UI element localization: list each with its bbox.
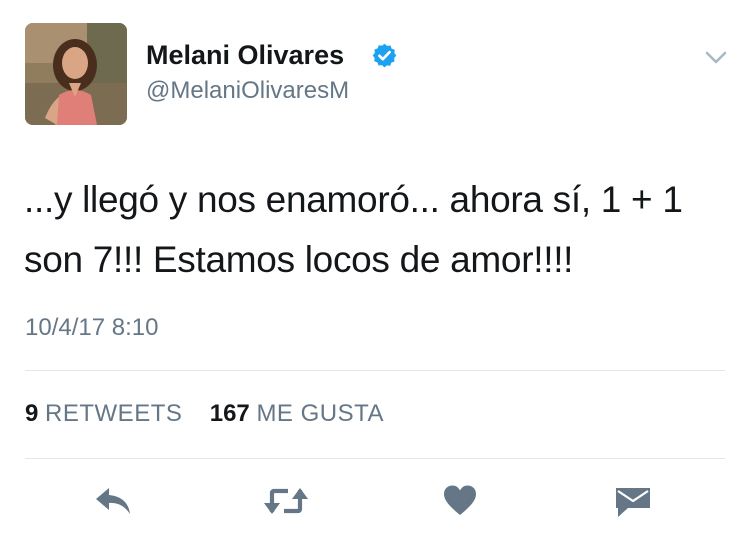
- divider-top: [25, 370, 725, 371]
- tweet-stats: 9 RETWEETS 167 ME GUSTA: [25, 399, 384, 429]
- likes-label[interactable]: ME GUSTA: [256, 400, 384, 427]
- user-handle[interactable]: @MelaniOlivaresM: [146, 76, 349, 106]
- display-name[interactable]: Melani Olivares: [146, 38, 344, 72]
- reply-icon[interactable]: [93, 484, 133, 518]
- divider-bottom: [25, 458, 725, 459]
- profile-photo: [25, 23, 127, 125]
- likes-count[interactable]: 167: [210, 400, 250, 427]
- retweets-count[interactable]: 9: [25, 400, 38, 427]
- heart-icon[interactable]: [443, 484, 477, 518]
- chevron-down-icon[interactable]: [702, 46, 730, 68]
- tweet-text: ...y llegó y nos enamoró... ahora sí, 1 …: [24, 179, 683, 280]
- envelope-icon[interactable]: [614, 484, 652, 520]
- retweets-label[interactable]: RETWEETS: [45, 400, 182, 427]
- verified-badge-icon: [372, 43, 397, 68]
- retweet-icon[interactable]: [262, 484, 310, 518]
- tweet-timestamp[interactable]: 10/4/17 8:10: [25, 313, 158, 343]
- avatar[interactable]: [25, 23, 127, 125]
- tweet-card: Melani Olivares @MelaniOlivaresM ...y ll…: [0, 0, 750, 545]
